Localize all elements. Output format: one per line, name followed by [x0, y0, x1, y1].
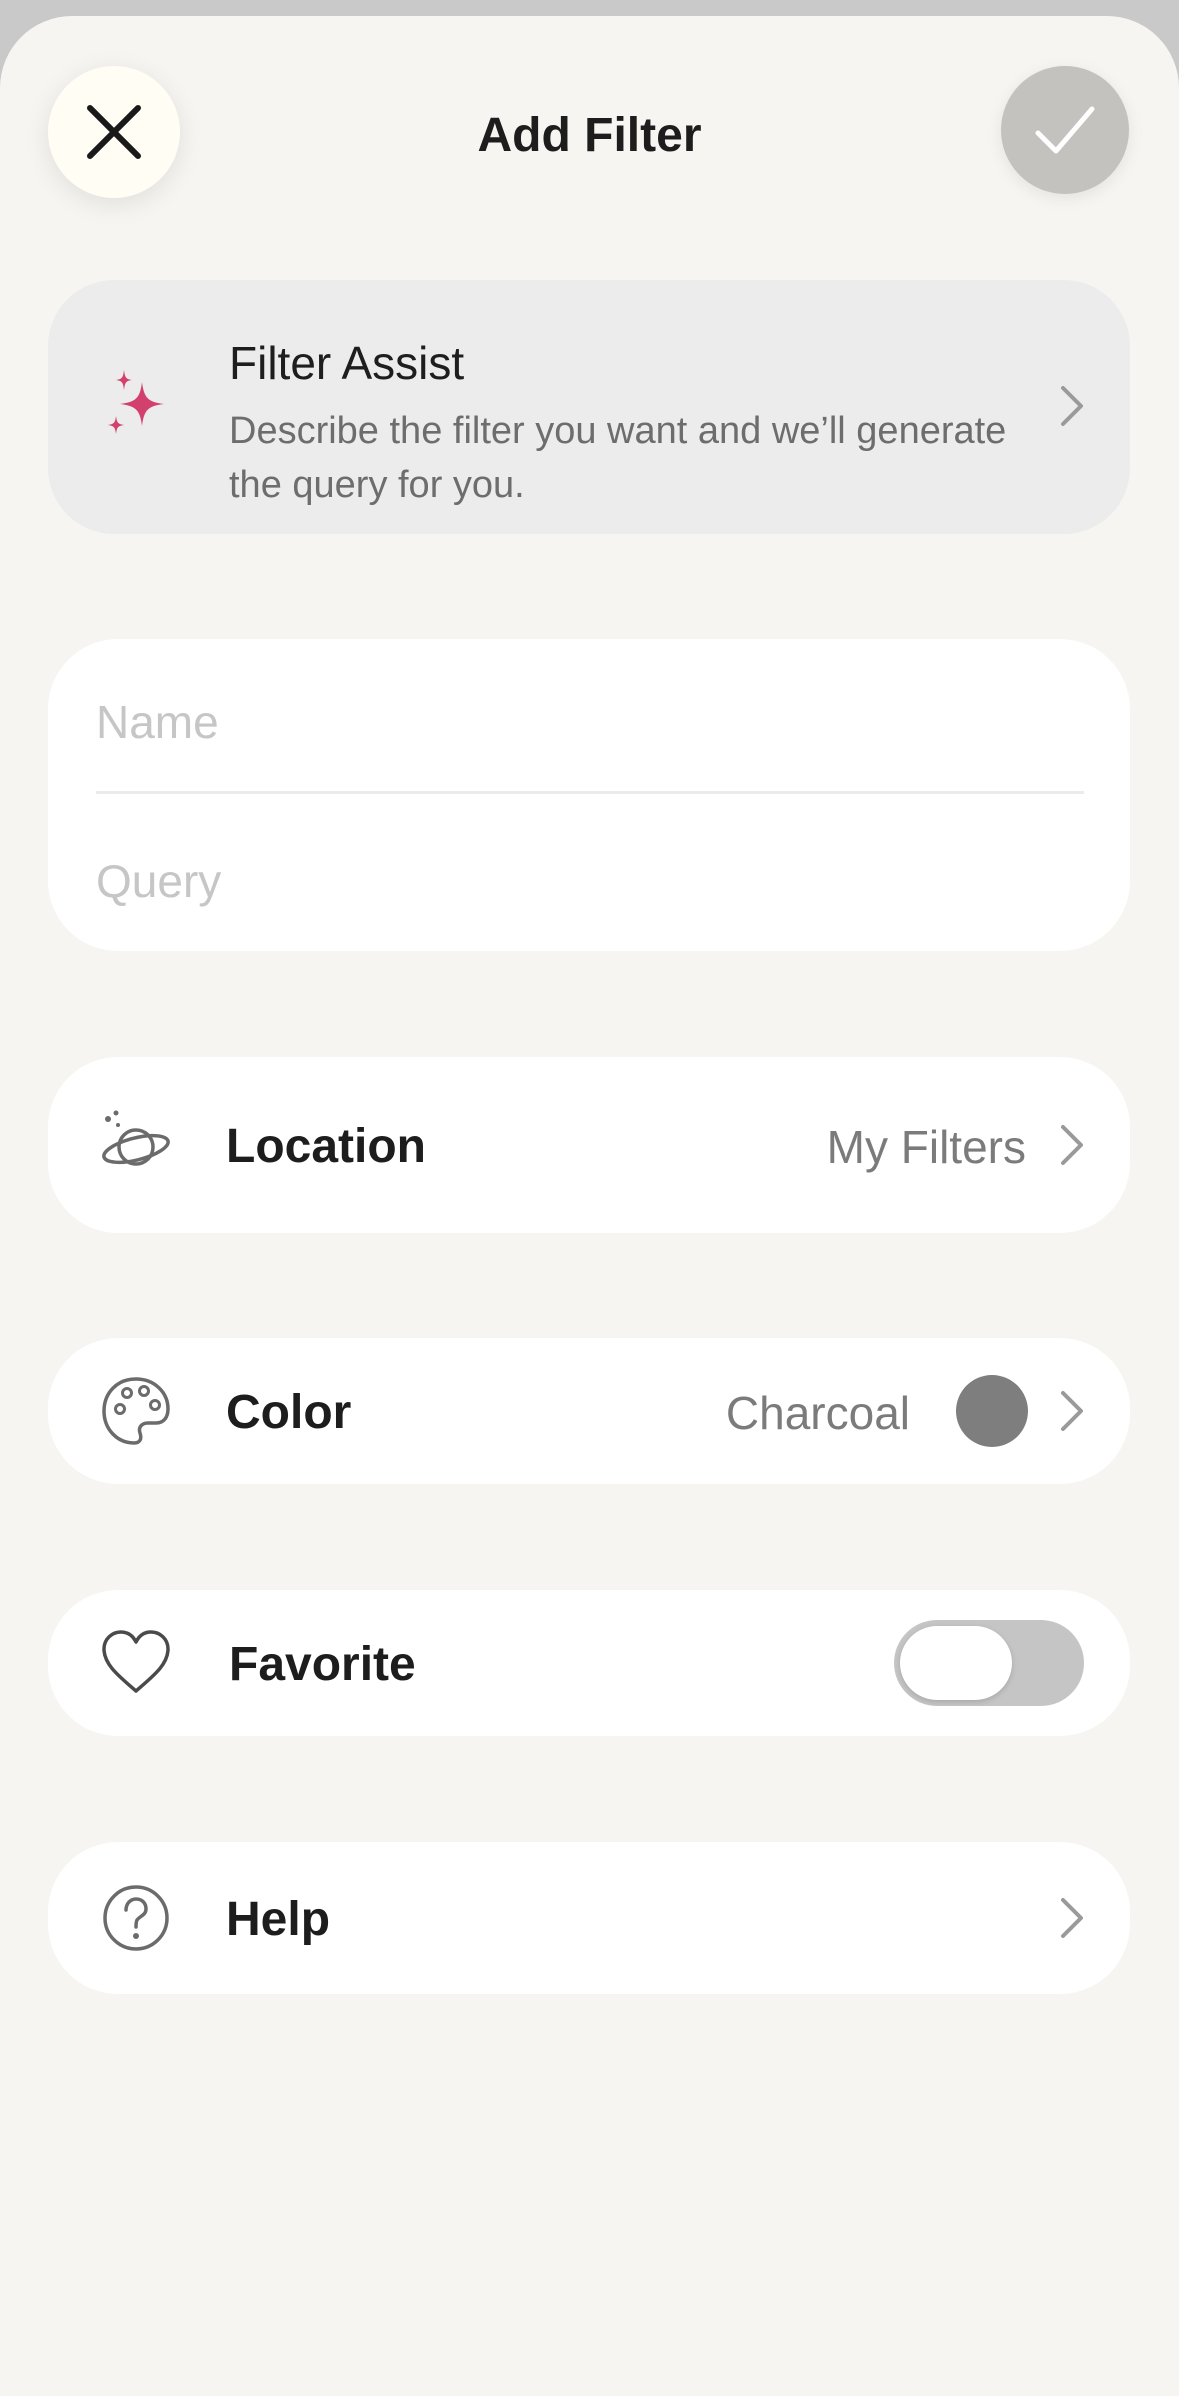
checkmark-icon — [1035, 106, 1095, 154]
filter-assist-title: Filter Assist — [229, 337, 465, 389]
add-filter-sheet: Add Filter Filter Assist Describe the fi… — [0, 16, 1179, 2396]
query-input[interactable]: Query — [96, 854, 1084, 908]
chevron-right-icon — [1061, 1391, 1083, 1431]
color-label: Color — [226, 1386, 352, 1439]
help-label: Help — [226, 1893, 331, 1946]
location-label: Location — [226, 1120, 426, 1173]
planet-icon — [102, 1110, 170, 1166]
palette-icon — [102, 1377, 170, 1445]
chevron-right-icon — [1061, 1898, 1083, 1938]
filter-assist-card[interactable]: Filter Assist Describe the filter you wa… — [48, 280, 1130, 534]
color-row[interactable]: Color Charcoal — [48, 1338, 1130, 1484]
location-row[interactable]: Location My Filters — [48, 1057, 1130, 1233]
filter-form-card: Name Query — [48, 639, 1130, 951]
color-swatch — [956, 1375, 1028, 1447]
chevron-right-icon — [1061, 1125, 1083, 1165]
location-value: My Filters — [826, 1121, 1026, 1173]
name-input[interactable]: Name — [96, 695, 1084, 749]
color-value: Charcoal — [725, 1387, 910, 1439]
heart-icon — [102, 1630, 170, 1693]
confirm-button[interactable] — [1001, 66, 1129, 194]
help-icon — [103, 1885, 169, 1951]
chevron-right-icon — [1061, 386, 1083, 426]
toggle-knob — [900, 1626, 1012, 1700]
help-row[interactable]: Help — [48, 1842, 1130, 1994]
favorite-toggle[interactable] — [894, 1620, 1084, 1706]
header: Add Filter — [0, 16, 1179, 256]
sparkles-icon — [108, 370, 164, 434]
favorite-label: Favorite — [229, 1638, 416, 1691]
favorite-row: Favorite — [48, 1590, 1130, 1736]
filter-assist-description: Describe the filter you want and we’ll g… — [229, 410, 1007, 506]
field-divider — [96, 791, 1084, 794]
